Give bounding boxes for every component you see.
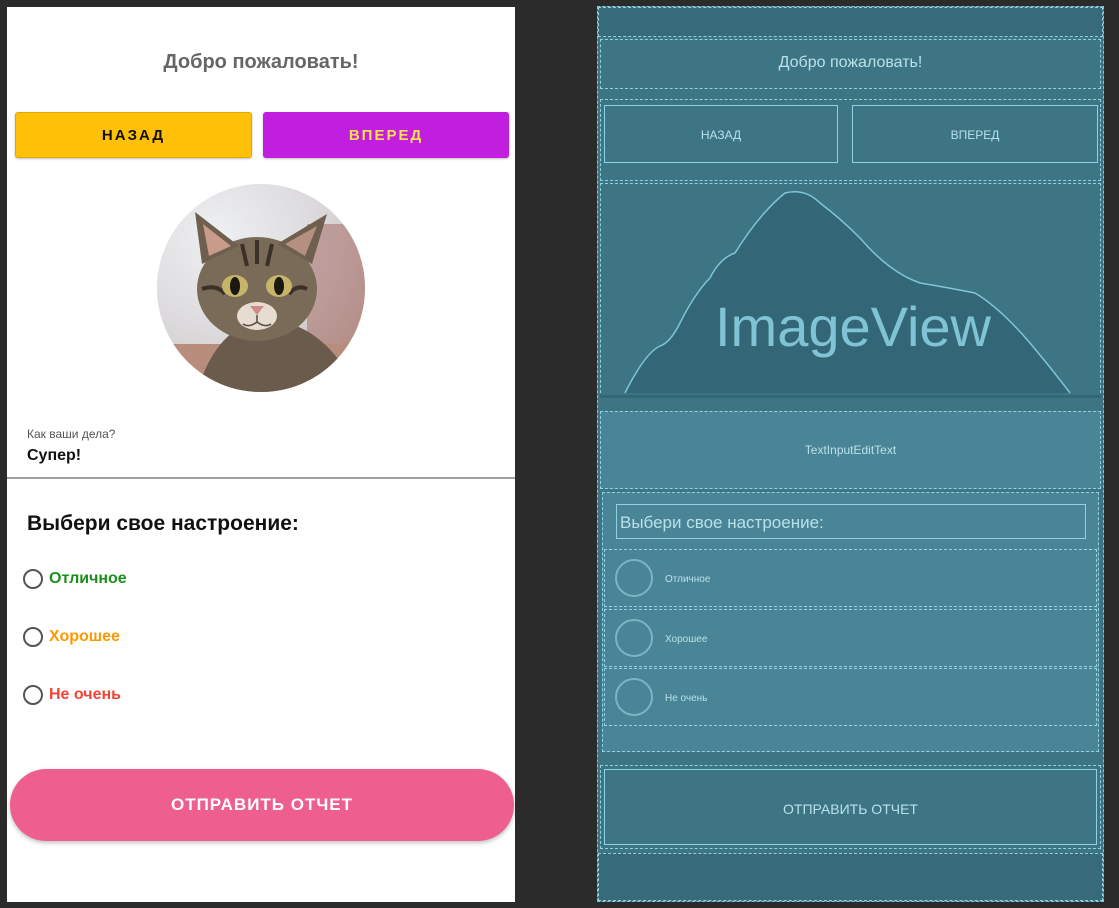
radio-good[interactable]: Хорошее <box>23 625 120 649</box>
bp-radio-label: Не очень <box>665 693 708 704</box>
radio-label: Не очень <box>49 686 121 703</box>
bp-top-bar <box>598 7 1103 37</box>
bp-radio-label: Отличное <box>665 574 711 585</box>
bp-back-label: НАЗАД <box>700 128 742 142</box>
cat-photo-icon <box>157 184 365 392</box>
bp-forward-label: ВПЕРЕД <box>950 128 1000 142</box>
input-underline <box>7 477 515 479</box>
bp-edit-text-label: TextInputEditText <box>804 443 897 457</box>
bp-bottom-bar <box>598 853 1103 901</box>
bp-radio-row-2[interactable]: Хорошее <box>604 609 1097 667</box>
bp-radio-circle-icon[interactable] <box>615 678 653 716</box>
back-button[interactable]: НАЗАД <box>15 112 252 158</box>
mood-input-hint: Как ваши дела? <box>27 427 116 441</box>
radio-circle-icon[interactable] <box>23 569 43 589</box>
bp-title: Добро пожаловать! <box>778 54 923 71</box>
bp-submit-label: ОТПРАВИТЬ ОТЧЕТ <box>783 801 918 817</box>
bp-radio-label: Хорошее <box>665 634 708 645</box>
cat-avatar-image <box>157 184 365 392</box>
blueprint-preview: Добро пожаловать! НАЗАД ВПЕРЕД ImageView… <box>597 6 1104 902</box>
radio-circle-icon[interactable] <box>23 627 43 647</box>
radio-label: Хорошее <box>49 628 120 645</box>
radio-circle-icon[interactable] <box>23 685 43 705</box>
bp-mood-title: Выбери свое настроение: <box>620 513 824 532</box>
mood-input-field[interactable]: Супер! <box>27 447 81 465</box>
bp-radio-circle-icon[interactable] <box>615 619 653 657</box>
welcome-title: Добро пожаловать! <box>163 51 359 73</box>
radio-excellent[interactable]: Отличное <box>23 567 127 591</box>
radio-label: Отличное <box>49 570 127 587</box>
bp-radio-row-3[interactable]: Не очень <box>604 668 1097 726</box>
bp-radio-circle-icon[interactable] <box>615 559 653 597</box>
bp-imageview-label: ImageView <box>714 295 991 358</box>
bp-mountain-icon <box>600 191 1101 398</box>
forward-button[interactable]: ВПЕРЕД <box>263 112 509 158</box>
design-preview: Добро пожаловать! НАЗАД ВПЕРЕД Как ваши … <box>7 7 515 902</box>
radio-not-good[interactable]: Не очень <box>23 683 121 707</box>
submit-report-button[interactable]: ОТПРАВИТЬ ОТЧЕТ <box>10 769 514 841</box>
mood-title: Выбери свое настроение: <box>27 512 299 535</box>
bp-radio-row-1[interactable]: Отличное <box>604 549 1097 607</box>
